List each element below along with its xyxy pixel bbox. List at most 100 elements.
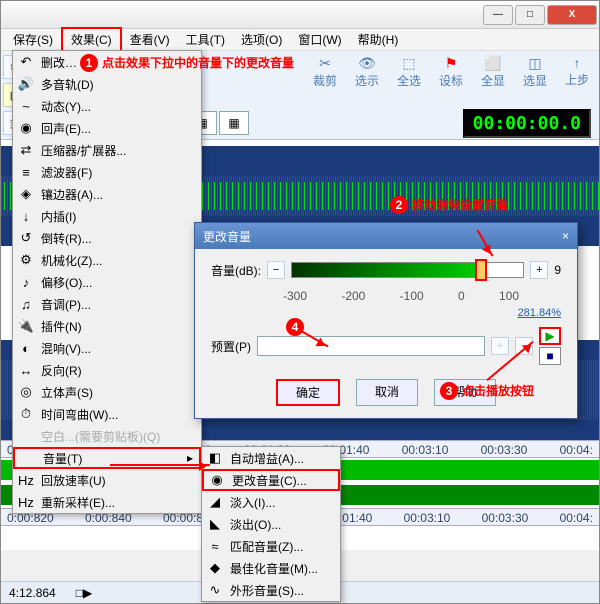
btn-allshow[interactable]: ⬜全显 <box>473 55 513 79</box>
menu-item[interactable]: ◎立体声(S) <box>13 381 201 403</box>
preset-label: 预置(P) <box>211 338 251 355</box>
menu-label: 淡出(O)... <box>230 516 281 533</box>
ruler-tick: 00:03:10 <box>404 511 451 523</box>
menu-item[interactable]: ⏱时间弯曲(W)... <box>13 403 201 425</box>
preset-dropdown[interactable] <box>257 336 485 356</box>
preset-add-icon[interactable]: + <box>491 337 509 355</box>
menu-window[interactable]: 窗口(W) <box>290 29 349 50</box>
menu-item[interactable]: ~动态(Y)... <box>13 95 201 117</box>
menu-label: 倒转(R)... <box>41 230 92 247</box>
menubar: 保存(S) 效果(C) 查看(V) 工具(T) 选项(O) 窗口(W) 帮助(H… <box>1 29 599 51</box>
slider-tick: -200 <box>341 289 365 303</box>
percent-value[interactable]: 281.84% <box>518 307 561 319</box>
menu-label: 删改… <box>41 54 77 71</box>
menu-icon: ↓ <box>15 207 37 225</box>
menu-save[interactable]: 保存(S) <box>5 29 61 50</box>
menu-label: 最佳化音量(M)... <box>230 560 318 577</box>
dialog-close-icon[interactable]: × <box>562 229 569 243</box>
submenu-item[interactable]: ≈匹配音量(Z)... <box>202 535 340 557</box>
menu-icon: ◉ <box>206 471 228 489</box>
rec-icon[interactable]: ▦ <box>219 111 249 135</box>
menu-label: 回声(E)... <box>41 120 91 137</box>
menu-item[interactable]: ↔反向(R) <box>13 359 201 381</box>
menu-item[interactable]: ↺倒转(R)... <box>13 227 201 249</box>
menu-effect[interactable]: 效果(C) <box>61 27 122 52</box>
menu-tools[interactable]: 工具(T) <box>178 29 233 50</box>
menu-label: 机械化(Z)... <box>41 252 102 269</box>
menu-item[interactable]: Hz回放速率(U) <box>13 469 201 491</box>
menu-item[interactable]: ↓内插(I) <box>13 205 201 227</box>
close-button[interactable]: X <box>547 5 597 25</box>
btn-allsel[interactable]: ⬚全选 <box>389 55 429 79</box>
menu-icon: ♪ <box>15 273 37 291</box>
menu-icon <box>15 427 37 445</box>
btn-chooseshow[interactable]: ◫选显 <box>515 55 555 79</box>
volume-value: 9 <box>554 263 561 277</box>
menu-help[interactable]: 帮助(H) <box>350 29 407 50</box>
menu-item[interactable]: Hz重新采样(E)... <box>13 491 201 513</box>
maximize-button[interactable]: □ <box>515 5 545 25</box>
menu-item[interactable]: ≡滤波器(F) <box>13 161 201 183</box>
slider-tick: -300 <box>283 289 307 303</box>
menu-icon: ⚙ <box>15 251 37 269</box>
menu-label: 空白...(需要剪贴板)(Q) <box>41 428 160 445</box>
plus-button[interactable]: + <box>530 261 548 279</box>
menu-label: 自动增益(A)... <box>230 450 304 467</box>
submenu-item[interactable]: ◢淡入(I)... <box>202 491 340 513</box>
annotation-2: 2移动滑块设置音量 <box>390 196 508 214</box>
menu-icon: ↔ <box>15 361 37 379</box>
btn-up[interactable]: ↑上步 <box>557 55 597 79</box>
menu-icon: ◉ <box>15 119 37 137</box>
ok-button[interactable]: 确定 <box>276 379 340 406</box>
volume-label: 音量(dB): <box>211 262 261 279</box>
menu-icon: ↶ <box>15 53 37 71</box>
btn-show[interactable]: 👁选示 <box>347 55 387 79</box>
menu-item[interactable]: ⇄压缩器/扩展器... <box>13 139 201 161</box>
status-position: 4:12.864 <box>9 586 56 600</box>
menu-icon: ⇄ <box>15 141 37 159</box>
ruler-tick: 00:03:30 <box>481 443 528 455</box>
submenu-item[interactable]: ∿外形音量(S)... <box>202 579 340 601</box>
submenu-item[interactable]: ◧自动增益(A)... <box>202 447 340 469</box>
menu-item[interactable]: ◉回声(E)... <box>13 117 201 139</box>
menu-label: 立体声(S) <box>41 384 93 401</box>
menu-icon: ≡ <box>15 163 37 181</box>
stop-button[interactable]: ■ <box>539 347 561 365</box>
submenu-item[interactable]: ◆最佳化音量(M)... <box>202 557 340 579</box>
minimize-button[interactable]: — <box>483 5 513 25</box>
window-titlebar: — □ X <box>1 1 599 29</box>
menu-item[interactable]: ♪偏移(O)... <box>13 271 201 293</box>
slider-tick: 100 <box>499 289 519 303</box>
menu-label: 外形音量(S)... <box>230 582 304 599</box>
menu-item[interactable]: 空白...(需要剪贴板)(Q) <box>13 425 201 447</box>
menu-item[interactable]: ♫音调(P)... <box>13 293 201 315</box>
menu-label: 混响(V)... <box>41 340 91 357</box>
menu-icon: Hz <box>15 471 37 489</box>
menu-icon: ~ <box>15 97 37 115</box>
menu-label: 内插(I) <box>41 208 76 225</box>
menu-item[interactable]: 🔊多音轨(D) <box>13 73 201 95</box>
menu-item[interactable]: 🔌插件(N) <box>13 315 201 337</box>
menu-item[interactable]: ◈镶边器(A)... <box>13 183 201 205</box>
btn-cut[interactable]: ✂裁剪 <box>305 55 345 79</box>
submenu-item[interactable]: ◣淡出(O)... <box>202 513 340 535</box>
menu-label: 时间弯曲(W)... <box>41 406 118 423</box>
menu-icon: ♫ <box>15 295 37 313</box>
cancel-button[interactable]: 取消 <box>356 379 418 406</box>
menu-icon: 🔊 <box>15 75 37 93</box>
time-display: 00:00:00.0 <box>463 109 591 138</box>
volume-slider[interactable] <box>291 262 524 278</box>
menu-icon: 🔌 <box>15 317 37 335</box>
menu-view[interactable]: 查看(V) <box>122 29 178 50</box>
menu-icon: ◈ <box>15 185 37 203</box>
btn-setting[interactable]: ⚑设标 <box>431 55 471 79</box>
ruler-tick: 00:04: <box>560 511 593 523</box>
menu-options[interactable]: 选项(O) <box>233 29 290 50</box>
menu-item[interactable]: ◐混响(V)... <box>13 337 201 359</box>
play-button[interactable]: ▶ <box>539 327 561 345</box>
menu-item[interactable]: ⚙机械化(Z)... <box>13 249 201 271</box>
minus-button[interactable]: − <box>267 261 285 279</box>
submenu-item[interactable]: ◉更改音量(C)... <box>202 469 340 491</box>
menu-icon: ◣ <box>204 515 226 533</box>
slider-thumb[interactable] <box>475 259 487 281</box>
